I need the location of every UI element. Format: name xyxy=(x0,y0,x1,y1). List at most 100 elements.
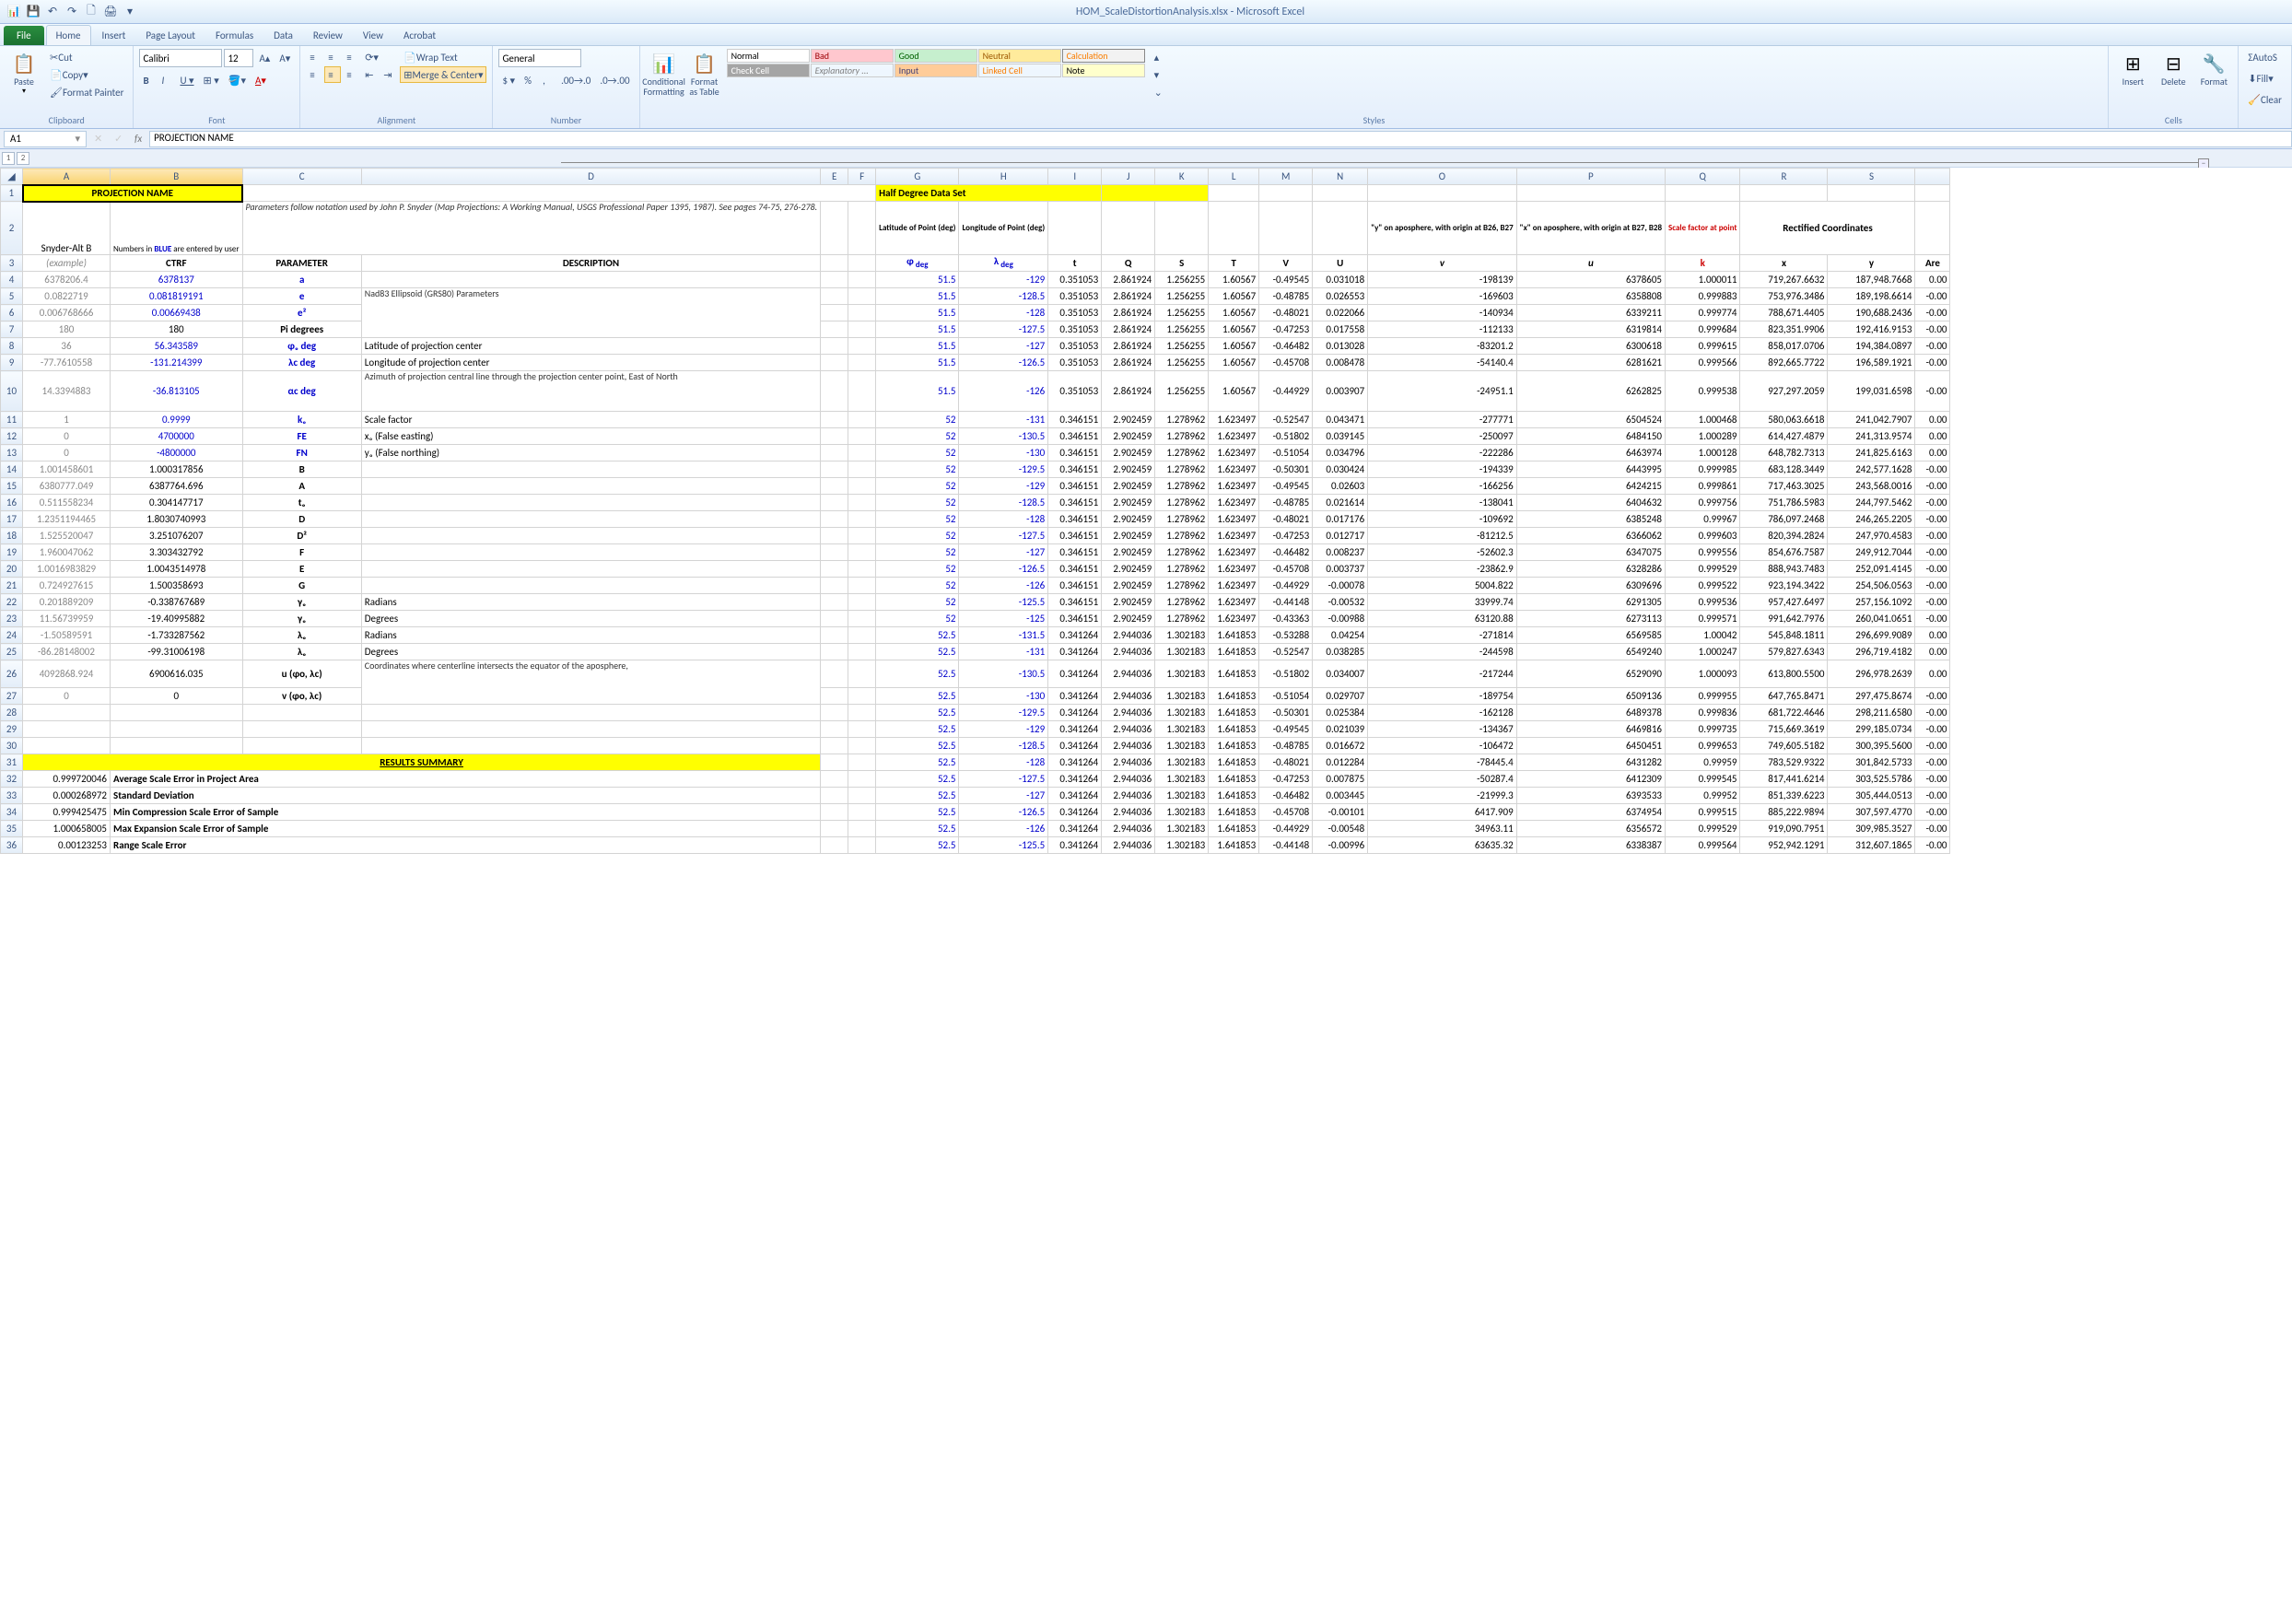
cell-M4[interactable]: -0.49545 xyxy=(1259,272,1313,288)
row-header-14[interactable]: 14 xyxy=(1,461,23,478)
cell-B23[interactable]: -19.40995882 xyxy=(111,611,243,627)
row-header-27[interactable]: 27 xyxy=(1,688,23,705)
cell-K7[interactable]: 1.256255 xyxy=(1155,321,1209,338)
col-header-I[interactable]: I xyxy=(1048,169,1102,185)
cell-M5[interactable]: -0.48785 xyxy=(1259,288,1313,305)
copy-button[interactable]: 📄 Copy ▾ xyxy=(46,66,92,83)
cell-I26[interactable]: 0.341264 xyxy=(1048,660,1102,688)
outline-level-1[interactable]: 1 xyxy=(2,152,15,165)
cell-S8[interactable]: 194,384.0897 xyxy=(1828,338,1915,355)
cell-B8[interactable]: 56.343589 xyxy=(111,338,243,355)
cell-R23[interactable]: 991,642.7976 xyxy=(1740,611,1828,627)
row-header-22[interactable]: 22 xyxy=(1,594,23,611)
style-calculation[interactable]: Calculation xyxy=(1062,49,1145,63)
cell-K21[interactable]: 1.278962 xyxy=(1155,578,1209,594)
cell-H2[interactable]: Longitude of Point (deg) xyxy=(959,202,1048,255)
cell-P9[interactable]: 6281621 xyxy=(1516,355,1665,371)
cell-B11[interactable]: 0.9999 xyxy=(111,412,243,428)
cell-T5[interactable]: -0.00 xyxy=(1915,288,1950,305)
cell-L9[interactable]: 1.60567 xyxy=(1209,355,1259,371)
cell-R9[interactable]: 892,665.7722 xyxy=(1740,355,1828,371)
cell-T10[interactable]: -0.00 xyxy=(1915,371,1950,412)
col-header-M[interactable]: M xyxy=(1259,169,1313,185)
cell-N17[interactable]: 0.017176 xyxy=(1313,511,1368,528)
cell-R16[interactable]: 751,786.5983 xyxy=(1740,495,1828,511)
cell-N20[interactable]: 0.003737 xyxy=(1313,561,1368,578)
cell-J19[interactable]: 2.902459 xyxy=(1102,544,1155,561)
cell-R8[interactable]: 858,017.0706 xyxy=(1740,338,1828,355)
cell-H13[interactable]: -130 xyxy=(959,445,1048,461)
italic-button[interactable]: I xyxy=(158,72,174,88)
cell-J5[interactable]: 2.861924 xyxy=(1102,288,1155,305)
cell-O4[interactable]: -198139 xyxy=(1368,272,1516,288)
row-header-19[interactable]: 19 xyxy=(1,544,23,561)
cell-M20[interactable]: -0.45708 xyxy=(1259,561,1313,578)
cell-Q4[interactable]: 1.000011 xyxy=(1666,272,1740,288)
cell-P19[interactable]: 6347075 xyxy=(1516,544,1665,561)
cell-C9[interactable]: λc deg xyxy=(242,355,361,371)
row-header-2[interactable]: 2 xyxy=(1,202,23,255)
cell-K24[interactable]: 1.302183 xyxy=(1155,627,1209,644)
cell-A23[interactable]: 11.56739959 xyxy=(23,611,111,627)
col-header-B[interactable]: B xyxy=(111,169,243,185)
col-header-S[interactable]: S xyxy=(1828,169,1915,185)
cell-D14[interactable] xyxy=(361,461,820,478)
cell-J13[interactable]: 2.902459 xyxy=(1102,445,1155,461)
decrease-decimal-icon[interactable]: .0→.00 xyxy=(596,72,633,88)
cell-C5[interactable]: e xyxy=(242,288,361,305)
row-header-25[interactable]: 25 xyxy=(1,644,23,660)
paste-button[interactable]: 📋Paste▾ xyxy=(6,49,42,98)
cell-Q9[interactable]: 0.999566 xyxy=(1666,355,1740,371)
cell-Q20[interactable]: 0.999529 xyxy=(1666,561,1740,578)
cell-T4[interactable]: 0.00 xyxy=(1915,272,1950,288)
cell-D25[interactable]: Degrees xyxy=(361,644,820,660)
cell-R26[interactable]: 613,800.5500 xyxy=(1740,660,1828,688)
cell-J14[interactable]: 2.902459 xyxy=(1102,461,1155,478)
cell-L26[interactable]: 1.641853 xyxy=(1209,660,1259,688)
cell-A17[interactable]: 1.2351194465 xyxy=(23,511,111,528)
cell-B5[interactable]: 0.081819191 xyxy=(111,288,243,305)
cell-T19[interactable]: -0.00 xyxy=(1915,544,1950,561)
cell-S20[interactable]: 252,091.4145 xyxy=(1828,561,1915,578)
cell-M24[interactable]: -0.53288 xyxy=(1259,627,1313,644)
cell-T21[interactable]: -0.00 xyxy=(1915,578,1950,594)
row-header-31[interactable]: 31 xyxy=(1,754,23,771)
cell-P26[interactable]: 6529090 xyxy=(1516,660,1665,688)
cell-P3[interactable]: u xyxy=(1516,255,1665,272)
cell-N10[interactable]: 0.003907 xyxy=(1313,371,1368,412)
cell-M3[interactable]: V xyxy=(1259,255,1313,272)
print-icon[interactable]: 🖨 xyxy=(102,4,119,20)
cell-B34[interactable]: Min Compression Scale Error of Sample xyxy=(111,804,821,821)
cell-K8[interactable]: 1.256255 xyxy=(1155,338,1209,355)
cell-A9[interactable]: -77.7610558 xyxy=(23,355,111,371)
cell-B33[interactable]: Standard Deviation xyxy=(111,788,821,804)
cell-T16[interactable]: -0.00 xyxy=(1915,495,1950,511)
cell-O15[interactable]: -166256 xyxy=(1368,478,1516,495)
cell-I12[interactable]: 0.346151 xyxy=(1048,428,1102,445)
align-right-icon[interactable]: ≡ xyxy=(343,66,359,83)
cell-B26[interactable]: 6900616.035 xyxy=(111,660,243,688)
fill-color-button[interactable]: 🪣▾ xyxy=(225,72,250,88)
cell-J9[interactable]: 2.861924 xyxy=(1102,355,1155,371)
cell-T26[interactable]: 0.00 xyxy=(1915,660,1950,688)
cell-T18[interactable]: -0.00 xyxy=(1915,528,1950,544)
cell-R5[interactable]: 753,976.3486 xyxy=(1740,288,1828,305)
cell-A32[interactable]: 0.999720046 xyxy=(23,771,111,788)
cell-B27[interactable]: 0 xyxy=(111,688,243,705)
cell-S14[interactable]: 242,577.1628 xyxy=(1828,461,1915,478)
cell-C11[interactable]: kₒ xyxy=(242,412,361,428)
row-header-1[interactable]: 1 xyxy=(1,185,23,202)
cell-B15[interactable]: 6387764.696 xyxy=(111,478,243,495)
styles-scroll-down[interactable]: ▾ xyxy=(1151,66,1167,83)
insert-cells-button[interactable]: ⊞Insert xyxy=(2114,49,2151,88)
style-normal[interactable]: Normal xyxy=(727,49,810,63)
cell-A34[interactable]: 0.999425475 xyxy=(23,804,111,821)
cell-T27[interactable]: -0.00 xyxy=(1915,688,1950,705)
cell-A20[interactable]: 1.0016983829 xyxy=(23,561,111,578)
cell-T15[interactable]: -0.00 xyxy=(1915,478,1950,495)
cell-H26[interactable]: -130.5 xyxy=(959,660,1048,688)
cell-O22[interactable]: 33999.74 xyxy=(1368,594,1516,611)
cell-S24[interactable]: 296,699.9089 xyxy=(1828,627,1915,644)
cell-N25[interactable]: 0.038285 xyxy=(1313,644,1368,660)
cell-B6[interactable]: 0.00669438 xyxy=(111,305,243,321)
